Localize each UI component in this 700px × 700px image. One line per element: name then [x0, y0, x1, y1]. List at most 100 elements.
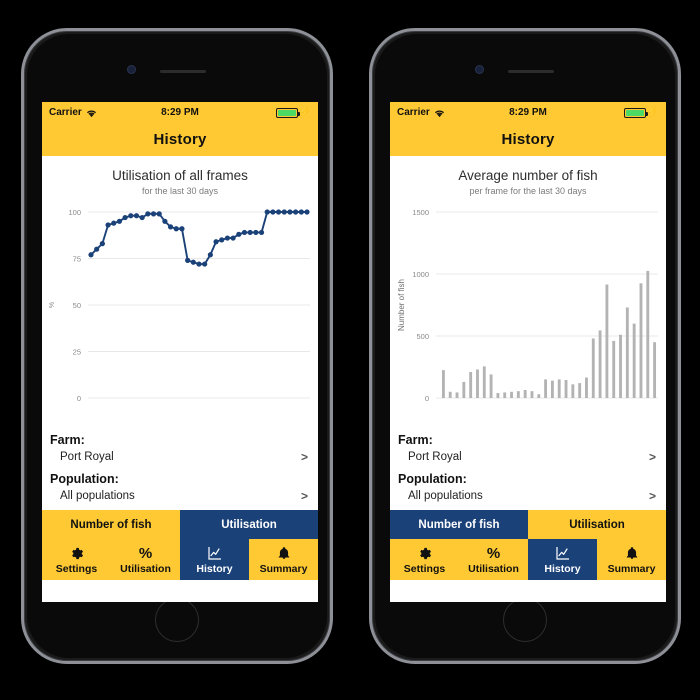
screen-left: Carrier 8:29 PM ⚡ History Utilisation of…	[42, 102, 318, 602]
svg-text:Number of fish: Number of fish	[397, 279, 406, 331]
svg-text:%: %	[49, 302, 56, 308]
nav-bar: History	[390, 123, 666, 156]
battery-icon	[275, 107, 300, 118]
chevron-right-icon: >	[300, 450, 308, 464]
tab-summary-label: Summary	[607, 562, 656, 575]
svg-text:1000: 1000	[412, 270, 429, 279]
screenshot-stage: Carrier 8:29 PM ⚡ History Utilisation of…	[0, 0, 700, 700]
segment-number-of-fish[interactable]: Number of fish	[390, 510, 528, 539]
chart-card-number-of-fish: Average number of fish per frame for the…	[390, 156, 666, 424]
home-button[interactable]	[155, 598, 199, 642]
line-chart-icon	[555, 545, 571, 562]
svg-text:0: 0	[77, 394, 81, 403]
tab-settings-label: Settings	[55, 562, 98, 575]
tab-settings-label: Settings	[403, 562, 446, 575]
percent-icon: %	[486, 544, 501, 562]
tab-utilisation[interactable]: % Utilisation	[111, 539, 180, 580]
svg-text:500: 500	[416, 332, 429, 341]
earpiece-speaker	[508, 70, 554, 73]
battery-icon	[623, 107, 648, 118]
status-bar-left: Carrier	[397, 107, 445, 118]
home-button[interactable]	[503, 598, 547, 642]
svg-text:1500: 1500	[412, 208, 429, 217]
status-bar-right: ⚡	[623, 106, 659, 118]
carrier-label: Carrier	[49, 107, 82, 118]
gear-icon	[69, 545, 84, 562]
earpiece-speaker	[160, 70, 206, 73]
page-title: History	[501, 131, 555, 148]
segmented-control: Number of fish Utilisation	[390, 510, 666, 539]
page-title: History	[153, 131, 207, 148]
population-label: Population:	[398, 472, 467, 486]
bar-chart-plot: 0 500 1000 1500 Number of fish	[390, 206, 666, 420]
chevron-right-icon: >	[648, 450, 656, 464]
chart-subtitle: per frame for the last 30 days	[469, 186, 587, 196]
tab-bar: Settings % Utilisation History Summary	[42, 539, 318, 580]
tab-utilisation-label: Utilisation	[120, 562, 171, 575]
svg-text:0: 0	[425, 394, 429, 403]
tab-history[interactable]: History	[528, 539, 597, 580]
status-bar-right: ⚡	[275, 106, 311, 118]
status-bar-left: Carrier	[49, 107, 97, 118]
svg-text:50: 50	[73, 301, 81, 310]
lightning-bolt-icon: ⚡	[298, 106, 311, 118]
population-row[interactable]: All populations >	[50, 486, 310, 506]
screen-right: Carrier 8:29 PM ⚡ History Average number…	[390, 102, 666, 602]
status-bar: Carrier 8:29 PM ⚡	[390, 102, 666, 123]
tab-history-label: History	[544, 562, 581, 575]
segment-number-of-fish[interactable]: Number of fish	[42, 510, 180, 539]
tab-settings[interactable]: Settings	[390, 539, 459, 580]
population-label: Population:	[50, 472, 119, 486]
farm-value: Port Royal	[408, 451, 462, 463]
wifi-icon	[434, 109, 445, 118]
front-camera-icon	[128, 66, 135, 73]
phone-bezel-right: Carrier 8:29 PM ⚡ History Average number…	[375, 34, 675, 658]
farm-label: Farm:	[50, 433, 85, 447]
tab-bar: Settings % Utilisation History Summary	[390, 539, 666, 580]
bell-icon	[277, 545, 291, 562]
status-bar: Carrier 8:29 PM ⚡	[42, 102, 318, 123]
farm-row[interactable]: Port Royal >	[398, 447, 658, 467]
tab-summary[interactable]: Summary	[249, 539, 318, 580]
details-section: Farm: Port Royal > Population: All popul…	[42, 424, 318, 506]
tab-history-label: History	[196, 562, 233, 575]
farm-value: Port Royal	[60, 451, 114, 463]
chart-title: Average number of fish	[458, 168, 598, 183]
chevron-right-icon: >	[300, 489, 308, 503]
nav-bar: History	[42, 123, 318, 156]
phone-device-left: Carrier 8:29 PM ⚡ History Utilisation of…	[21, 28, 333, 664]
chevron-right-icon: >	[648, 489, 656, 503]
svg-text:75: 75	[73, 255, 81, 264]
farm-label: Farm:	[398, 433, 433, 447]
chart-title: Utilisation of all frames	[112, 168, 248, 183]
wifi-icon	[86, 109, 97, 118]
line-chart-icon	[207, 545, 223, 562]
tab-history[interactable]: History	[180, 539, 249, 580]
tab-summary-label: Summary	[259, 562, 308, 575]
carrier-label: Carrier	[397, 107, 430, 118]
population-value: All populations	[60, 490, 135, 502]
tab-summary[interactable]: Summary	[597, 539, 666, 580]
svg-text:25: 25	[73, 348, 81, 357]
percent-icon: %	[138, 544, 153, 562]
lightning-bolt-icon: ⚡	[646, 106, 659, 118]
tab-utilisation-label: Utilisation	[468, 562, 519, 575]
gear-icon	[417, 545, 432, 562]
phone-device-right: Carrier 8:29 PM ⚡ History Average number…	[369, 28, 681, 664]
line-chart-plot: 0 25 50 75 100%	[42, 206, 318, 420]
segmented-control: Number of fish Utilisation	[42, 510, 318, 539]
svg-text:100: 100	[68, 208, 81, 217]
population-value: All populations	[408, 490, 483, 502]
segment-utilisation[interactable]: Utilisation	[528, 510, 666, 539]
front-camera-icon	[476, 66, 483, 73]
farm-row[interactable]: Port Royal >	[50, 447, 310, 467]
chart-subtitle: for the last 30 days	[141, 186, 219, 196]
tab-settings[interactable]: Settings	[42, 539, 111, 580]
segment-utilisation[interactable]: Utilisation	[180, 510, 318, 539]
bell-icon	[625, 545, 639, 562]
tab-utilisation[interactable]: % Utilisation	[459, 539, 528, 580]
phone-bezel-left: Carrier 8:29 PM ⚡ History Utilisation of…	[27, 34, 327, 658]
chart-card-utilisation: Utilisation of all frames for the last 3…	[42, 156, 318, 424]
population-row[interactable]: All populations >	[398, 486, 658, 506]
details-section: Farm: Port Royal > Population: All popul…	[390, 424, 666, 506]
